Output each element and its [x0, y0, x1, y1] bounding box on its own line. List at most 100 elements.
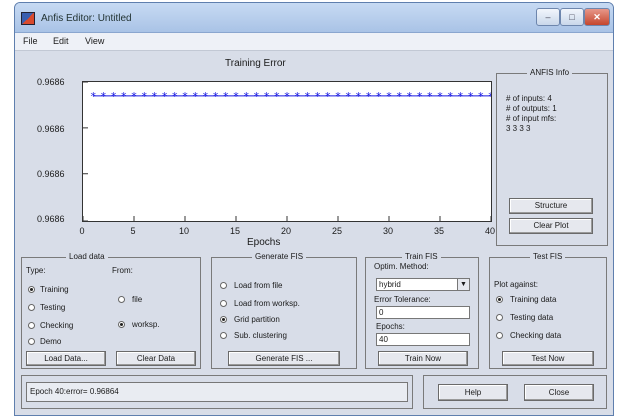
radio-sub-clustering[interactable]: [220, 332, 227, 339]
plot-canvas: * * * * * * * * * * * * * * * * * * * * * * * * * * * * * * * * * * * * * * * *: [83, 82, 491, 221]
data-point-marker: *: [427, 90, 433, 103]
generate-fis-panel: Generate FIS Load from file Load from wo…: [211, 252, 357, 369]
radio-load-from-file-label: Load from file: [234, 281, 283, 290]
plot-title: Training Error: [225, 58, 286, 69]
error-tolerance-input[interactable]: 0: [376, 306, 470, 319]
data-point-marker: *: [305, 90, 311, 103]
info-line: # of input mfs:: [506, 114, 557, 123]
chevron-down-icon[interactable]: ▼: [457, 279, 469, 290]
x-tick-label: 30: [382, 226, 393, 236]
data-point-marker: *: [141, 90, 147, 103]
menu-edit[interactable]: Edit: [53, 36, 69, 46]
data-point-marker: *: [356, 90, 362, 103]
radio-checking-label: Checking: [40, 321, 74, 330]
y-tick-label: 0.9686: [37, 169, 65, 179]
close-window-button[interactable]: ✕: [584, 8, 610, 26]
data-point-marker: *: [478, 90, 484, 103]
radio-training-label: Training: [40, 285, 69, 294]
data-point-marker: *: [203, 90, 209, 103]
data-point-marker: *: [284, 90, 290, 103]
data-point-marker: *: [417, 90, 423, 103]
radio-from-file-label: file: [132, 295, 143, 304]
data-point-marker: *: [376, 90, 382, 103]
clear-data-button[interactable]: Clear Data: [116, 351, 196, 366]
generate-fis-button[interactable]: Generate FIS ...: [228, 351, 340, 366]
radio-load-from-worksp[interactable]: [220, 300, 227, 307]
radio-checking-data[interactable]: [496, 332, 503, 339]
radio-checking[interactable]: [28, 322, 35, 329]
radio-training-data[interactable]: [496, 296, 503, 303]
x-tick-label: 35: [433, 226, 444, 236]
epochs-input[interactable]: 40: [376, 333, 470, 346]
menu-view[interactable]: View: [85, 36, 104, 46]
radio-from-file[interactable]: [118, 296, 125, 303]
data-point-marker: *: [488, 90, 491, 103]
train-fis-title: Train FIS: [402, 252, 441, 261]
data-point-marker: *: [458, 90, 464, 103]
radio-grid-partition[interactable]: [220, 316, 227, 323]
x-tick-label: 25: [331, 226, 342, 236]
x-tick-label: 5: [130, 226, 136, 236]
radio-load-from-file[interactable]: [220, 282, 227, 289]
x-tick-label: 15: [229, 226, 240, 236]
close-button[interactable]: Close: [524, 384, 594, 401]
radio-testing-data[interactable]: [496, 314, 503, 321]
data-point-marker: *: [90, 90, 96, 103]
matlab-app-icon: [21, 12, 35, 25]
menu-file[interactable]: File: [23, 36, 38, 46]
load-data-title: Load data: [66, 252, 108, 261]
radio-training-data-label: Training data: [510, 295, 557, 304]
help-button[interactable]: Help: [438, 384, 508, 401]
train-now-button[interactable]: Train Now: [378, 351, 468, 366]
optim-method-value: hybrid: [379, 280, 401, 289]
x-tick-label: 10: [178, 226, 189, 236]
y-tick-label: 0.9686: [37, 124, 65, 134]
test-now-button[interactable]: Test Now: [502, 351, 594, 366]
radio-testing-label: Testing: [40, 303, 66, 312]
x-tick-label: 20: [280, 226, 291, 236]
info-line: # of inputs: 4: [506, 94, 552, 103]
radio-testing-data-label: Testing data: [510, 313, 554, 322]
epochs-label: Epochs:: [376, 322, 405, 331]
data-point-marker: *: [254, 90, 260, 103]
data-point-marker: *: [325, 90, 331, 103]
data-point-marker: *: [386, 90, 392, 103]
data-point-marker: *: [468, 90, 474, 103]
plot-against-label: Plot against:: [494, 280, 539, 289]
clear-plot-button[interactable]: Clear Plot: [509, 218, 593, 234]
data-point-marker: *: [111, 90, 117, 103]
anfis-editor-window: Anfis Editor: Untitled – □ ✕ File Edit V…: [14, 2, 614, 416]
y-tick-label: 0.9686: [37, 77, 65, 87]
radio-training[interactable]: [28, 286, 35, 293]
data-point-marker: *: [447, 90, 453, 103]
radio-from-worksp[interactable]: [118, 321, 125, 328]
radio-demo[interactable]: [28, 338, 35, 345]
status-text: Epoch 40:error= 0.96864: [26, 382, 408, 402]
data-point-marker: *: [345, 90, 351, 103]
radio-sub-clustering-label: Sub. clustering: [234, 331, 287, 340]
data-point-marker: *: [131, 90, 137, 103]
optim-method-select[interactable]: hybrid ▼: [376, 278, 470, 291]
title-bar[interactable]: Anfis Editor: Untitled – □ ✕: [15, 3, 613, 33]
from-label: From:: [112, 266, 133, 275]
anfis-info-panel: ANFIS Info # of inputs: 4 # of outputs: …: [496, 68, 608, 246]
data-point-marker: *: [192, 90, 198, 103]
data-point-marker: *: [437, 90, 443, 103]
data-point-marker: *: [182, 90, 188, 103]
radio-testing[interactable]: [28, 304, 35, 311]
menu-bar: File Edit View: [15, 33, 613, 51]
data-point-marker: *: [396, 90, 402, 103]
data-point-marker: *: [162, 90, 168, 103]
info-line: # of outputs: 1: [506, 104, 557, 113]
training-error-plot: * * * * * * * * * * * * * * * * * * * * * * * * * * * * * * * * * * * * * * * *: [82, 81, 492, 222]
anfis-info-title: ANFIS Info: [527, 68, 573, 77]
maximize-button[interactable]: □: [560, 8, 584, 26]
structure-button[interactable]: Structure: [509, 198, 593, 214]
radio-from-worksp-label: worksp.: [132, 320, 160, 329]
minimize-button[interactable]: –: [536, 8, 560, 26]
data-point-marker: *: [407, 90, 413, 103]
train-fis-panel: Train FIS Optim. Method: hybrid ▼ Error …: [365, 252, 479, 369]
load-data-button[interactable]: Load Data...: [26, 351, 106, 366]
type-label: Type:: [26, 266, 46, 275]
radio-grid-partition-label: Grid partition: [234, 315, 280, 324]
